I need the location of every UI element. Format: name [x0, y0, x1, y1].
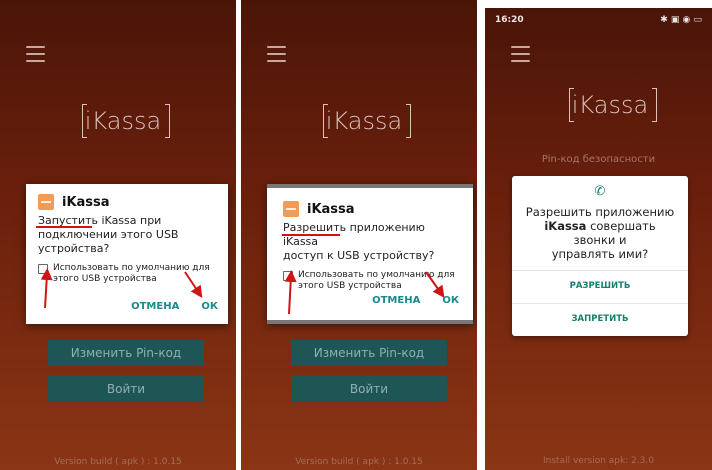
- usb-permission-dialog: iKassa Разрешить приложению iKassa досту…: [267, 184, 473, 324]
- change-pin-button[interactable]: Изменить Pin-код: [291, 340, 447, 366]
- phone-screen-1: i Kassa Изменить Pin-код Войти Version bu…: [0, 0, 236, 470]
- question-part: совершать звонки и: [573, 219, 656, 247]
- app-logo: i Kassa: [323, 104, 411, 138]
- version-text: Install version apk: 2.3.0: [542, 456, 654, 466]
- red-underline-marker: [36, 226, 92, 228]
- status-bar: 16:20 ✱ ▣ ◉ ▭: [485, 8, 712, 32]
- phone-screen-3: 16:20 ✱ ▣ ◉ ▭ i Kassa Pin-код безопасност…: [485, 8, 712, 470]
- dialog-message: Запустить iKassa при подключении этого U…: [38, 214, 216, 256]
- allow-button[interactable]: РАЗРЕШИТЬ: [512, 270, 688, 300]
- pin-security-label: Pin-код безопасности: [541, 154, 656, 165]
- login-button[interactable]: Войти: [291, 376, 447, 402]
- hamburger-menu-icon[interactable]: [26, 46, 45, 62]
- cancel-button[interactable]: ОТМЕНА: [131, 301, 179, 312]
- status-bar: [241, 0, 477, 24]
- dialog-message: Разрешить приложению iKassa доступ к USB…: [283, 221, 457, 263]
- default-checkbox[interactable]: [283, 271, 293, 281]
- default-checkbox-row[interactable]: Использовать по умолчанию для этого USB …: [283, 270, 457, 292]
- dialog-app-name: iKassa: [307, 201, 355, 217]
- ok-button[interactable]: ОК: [442, 295, 459, 306]
- dialog-header: iKassa: [283, 201, 457, 217]
- default-checkbox[interactable]: [38, 264, 48, 274]
- version-text: Version build ( apk ) : 1.0.15: [295, 457, 423, 467]
- question-part: Разрешить приложению: [525, 205, 675, 219]
- ikassa-app-icon: [38, 194, 54, 210]
- deny-button[interactable]: ЗАПРЕТИТЬ: [512, 303, 688, 333]
- phone-icon: ✆: [594, 184, 606, 199]
- dialog-header: iKassa: [38, 194, 216, 210]
- app-logo: i Kassa: [569, 88, 657, 122]
- status-icons: ✱ ▣ ◉ ▭: [660, 15, 702, 25]
- version-text: Version build ( apk ) : 1.0.15: [54, 457, 182, 467]
- status-time: 16:20: [495, 15, 524, 25]
- question-app-name: iKassa: [544, 219, 587, 233]
- message-line: устройства?: [38, 242, 110, 255]
- red-underline-marker: [282, 234, 340, 236]
- login-button[interactable]: Войти: [48, 376, 204, 402]
- message-line: подключении этого USB: [38, 228, 179, 241]
- permission-question: Разрешить приложению iKassa совершать зв…: [512, 205, 688, 261]
- dialog-app-name: iKassa: [62, 194, 110, 210]
- call-permission-dialog: ✆ Разрешить приложению iKassa совершать …: [512, 176, 688, 336]
- hamburger-menu-icon[interactable]: [267, 46, 286, 62]
- change-pin-button[interactable]: Изменить Pin-код: [48, 340, 204, 366]
- checkbox-label: Использовать по умолчанию для этого USB …: [53, 263, 210, 284]
- cancel-button[interactable]: ОТМЕНА: [372, 295, 420, 306]
- message-line: доступ к USB устройству?: [283, 249, 435, 262]
- hamburger-menu-icon[interactable]: [511, 46, 530, 62]
- app-logo: i Kassa: [82, 104, 170, 138]
- phone-screen-2: i Kassa Изменить Pin-код Войти Version bu…: [241, 0, 477, 470]
- question-part: управлять ими?: [551, 247, 649, 261]
- default-checkbox-row[interactable]: Использовать по умолчанию для этого USB …: [38, 263, 216, 285]
- status-bar: [0, 0, 236, 24]
- usb-dialog: iKassa Запустить iKassa при подключении …: [26, 184, 228, 324]
- ok-button[interactable]: ОК: [201, 301, 218, 312]
- checkbox-label: Использовать по умолчанию для этого USB …: [298, 270, 455, 291]
- ikassa-app-icon: [283, 201, 299, 217]
